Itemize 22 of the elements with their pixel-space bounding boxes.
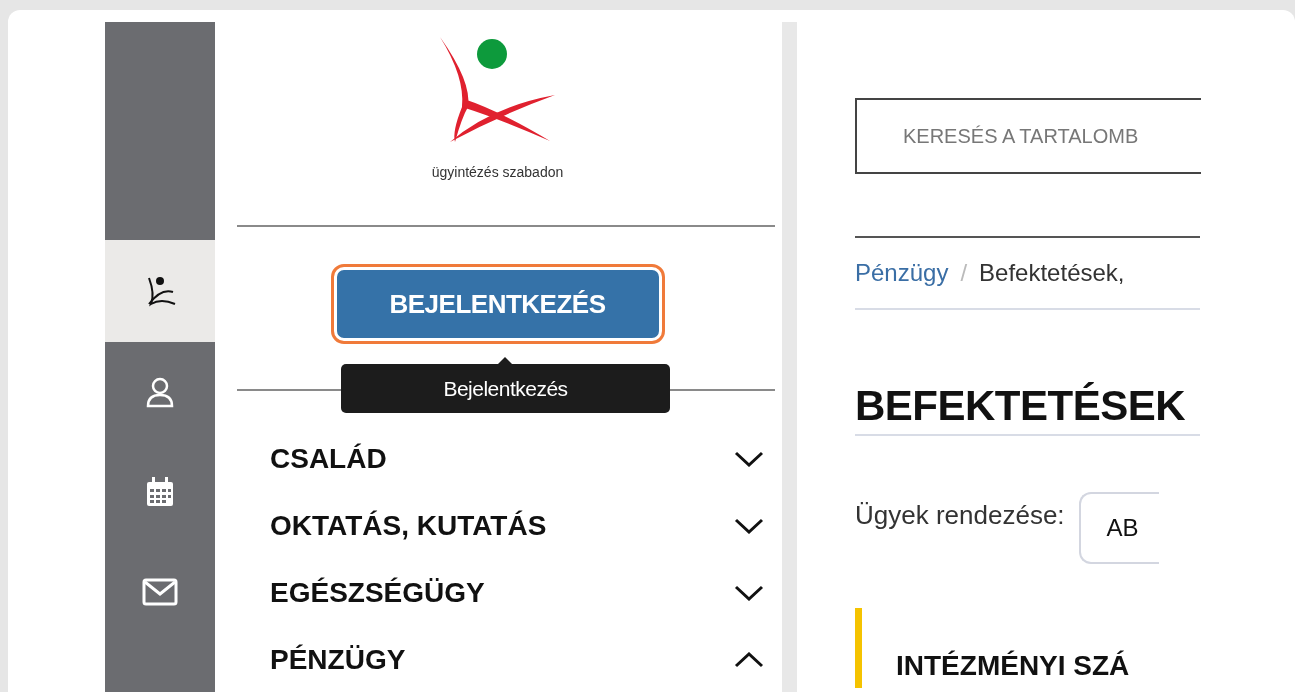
page-heading: BEFEKTETÉSEK xyxy=(855,382,1200,436)
logo-tagline: ügyintézés szabadon xyxy=(431,164,564,180)
sort-label: Ügyek rendezése: xyxy=(855,500,1065,531)
sidebar-tab[interactable] xyxy=(105,240,215,342)
caret-down-icon[interactable] xyxy=(734,584,764,601)
caret-up-icon[interactable] xyxy=(734,651,764,668)
breadcrumb-separator: / xyxy=(960,259,968,287)
breadcrumb-current: Befektetések, xyxy=(979,259,1125,287)
login-button[interactable]: BEJELENTKEZÉS xyxy=(333,267,662,341)
breadcrumb-link[interactable]: Pénzügy xyxy=(855,259,949,287)
mail-icon xyxy=(142,577,178,607)
search-field[interactable]: KERESÉS A TARTALOMB xyxy=(855,98,1201,174)
tooltip: Bejelentkezés xyxy=(341,364,670,413)
section-heading: INTÉZMÉNYI SZÁ xyxy=(896,650,1130,682)
menu-item[interactable]: EGÉSZSÉGÜGY xyxy=(270,576,485,609)
caret-down-icon[interactable] xyxy=(734,450,764,467)
calendar-icon xyxy=(145,476,175,508)
caret-down-icon[interactable] xyxy=(734,517,764,534)
menu-item[interactable]: PÉNZÜGY xyxy=(270,643,406,676)
menu-item[interactable]: OKTATÁS, KUTATÁS xyxy=(270,509,547,542)
menu-item[interactable]: CSALÁD xyxy=(270,442,387,475)
sort-dropdown[interactable]: AB xyxy=(1078,492,1159,564)
